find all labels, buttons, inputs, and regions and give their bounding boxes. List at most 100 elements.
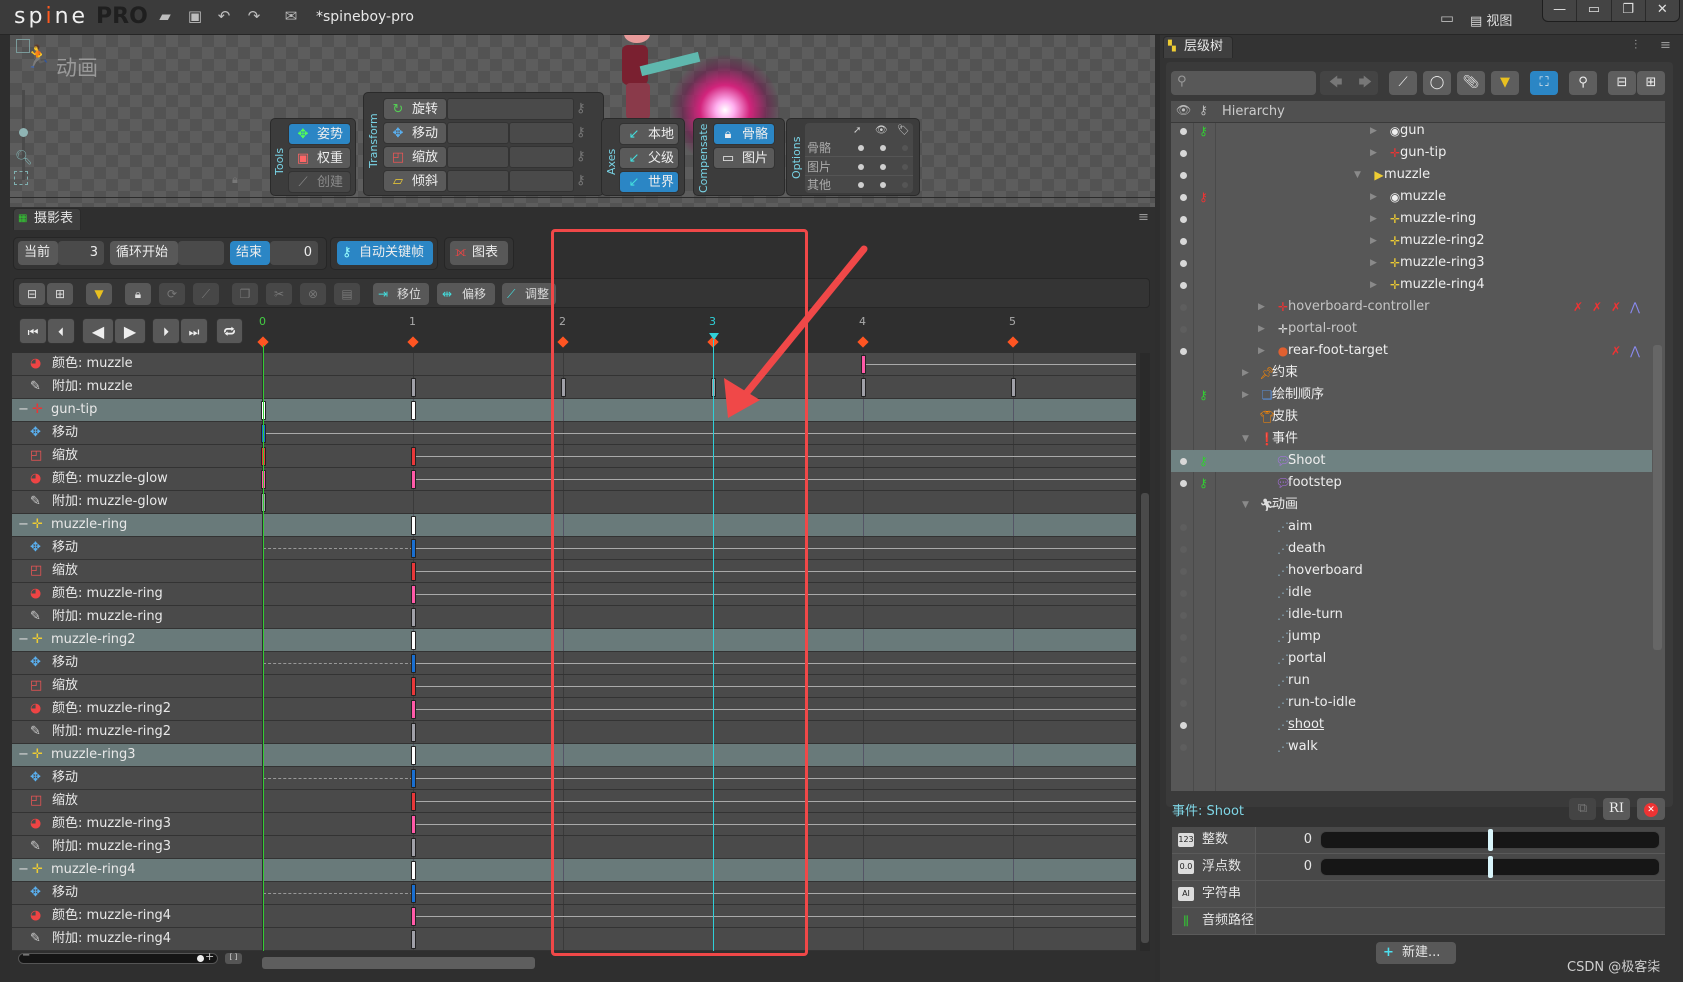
visibility-toggle[interactable] bbox=[1180, 216, 1187, 223]
tree-item[interactable]: ⋰ idle-turn bbox=[1171, 604, 1652, 626]
expand-right-icon[interactable]: ▶ bbox=[1370, 230, 1377, 252]
property-value[interactable]: 0 bbox=[1292, 832, 1312, 847]
expand-tree-button[interactable]: ⊞ bbox=[1637, 71, 1665, 95]
visibility-toggle[interactable] bbox=[1180, 172, 1187, 179]
visibility-toggle[interactable] bbox=[1180, 348, 1187, 355]
expand-right-icon[interactable]: ▶ bbox=[1370, 208, 1377, 230]
tree-item[interactable]: 👕︎ 皮肤 bbox=[1171, 406, 1652, 428]
visibility-toggle[interactable] bbox=[1180, 128, 1187, 135]
expand-right-icon[interactable]: ▶ bbox=[1370, 142, 1377, 164]
tree-item[interactable]: ▶ 📌︎ 约束 bbox=[1171, 362, 1652, 384]
tree-item[interactable]: ⋰ walk bbox=[1171, 736, 1652, 758]
ik-constraint-icon[interactable]: ⋀ bbox=[1630, 340, 1640, 362]
key-icon[interactable]: ⚷ bbox=[1199, 186, 1208, 208]
visibility-toggle[interactable] bbox=[1180, 150, 1187, 157]
tab-hierarchy[interactable]: ▚ 层级树 bbox=[1163, 36, 1233, 58]
hierarchy-search-input[interactable]: ⚲ bbox=[1171, 71, 1316, 95]
event-property-row[interactable]: 123 整数 0 bbox=[1172, 827, 1665, 854]
visibility-toggle[interactable] bbox=[1180, 524, 1187, 531]
event-property-row[interactable]: AI 字符串 bbox=[1172, 881, 1665, 908]
visibility-toggle[interactable] bbox=[1180, 238, 1187, 245]
tree-item[interactable]: ▶ ✛ hoverboard-controller ✗ ✗ ✗ ⋀ bbox=[1171, 296, 1652, 318]
expand-right-icon[interactable]: ▶ bbox=[1370, 274, 1377, 296]
tree-item[interactable]: ⋰ portal bbox=[1171, 648, 1652, 670]
visibility-toggle[interactable] bbox=[1180, 326, 1187, 333]
expand-right-icon[interactable]: ▶ bbox=[1242, 362, 1249, 384]
slider-handle[interactable] bbox=[1488, 829, 1493, 851]
expand-right-icon[interactable]: ▶ bbox=[1370, 252, 1377, 274]
visibility-toggle[interactable] bbox=[1180, 458, 1187, 465]
tree-item[interactable]: ⋰ jump bbox=[1171, 626, 1652, 648]
visibility-toggle[interactable] bbox=[1180, 282, 1187, 289]
playhead-handle[interactable] bbox=[709, 333, 719, 340]
tree-item[interactable]: ▼ ▶ muzzle bbox=[1171, 164, 1652, 186]
settings-sliders-icon[interactable]: ⫶ bbox=[1634, 38, 1637, 53]
transform-constraint-icon[interactable]: ✗ bbox=[1611, 296, 1621, 318]
attachments-filter-button[interactable]: 📎︎ bbox=[1457, 71, 1485, 95]
forward-button[interactable]: 🡆 bbox=[1342, 75, 1371, 90]
expand-down-icon[interactable]: ▼ bbox=[1242, 494, 1249, 516]
tree-item[interactable]: ⚷ ▶ ◉ gun bbox=[1171, 120, 1652, 142]
find-replace-button[interactable]: ⚲ bbox=[1569, 71, 1597, 95]
tree-item[interactable]: ⋰ run bbox=[1171, 670, 1652, 692]
slider-handle[interactable] bbox=[1488, 856, 1493, 878]
key-icon[interactable]: ⚷ bbox=[1199, 450, 1208, 472]
tree-item[interactable]: ⚷ ▶ ❏ 绘制顺序 bbox=[1171, 384, 1652, 406]
tree-item[interactable]: ▶ ✛ portal-root bbox=[1171, 318, 1652, 340]
visibility-toggle[interactable] bbox=[1180, 260, 1187, 267]
collapse-tree-button[interactable]: ⊟ bbox=[1608, 71, 1636, 95]
filter-button[interactable]: ▼ bbox=[1491, 71, 1519, 95]
slots-filter-button[interactable]: ◯ bbox=[1423, 71, 1451, 95]
tree-item[interactable]: ▶ ✛ gun-tip bbox=[1171, 142, 1652, 164]
tree-item[interactable]: ⋰ death bbox=[1171, 538, 1652, 560]
visibility-toggle[interactable] bbox=[1180, 612, 1187, 619]
visibility-toggle[interactable] bbox=[1180, 634, 1187, 641]
key-icon[interactable]: ⚷ bbox=[1199, 384, 1208, 406]
copy-props-button[interactable]: ⧉ bbox=[1569, 798, 1596, 820]
expand-right-icon[interactable]: ▶ bbox=[1370, 186, 1377, 208]
visibility-toggle[interactable] bbox=[1180, 700, 1187, 707]
expand-right-icon[interactable]: ▶ bbox=[1258, 318, 1265, 340]
visibility-toggle[interactable] bbox=[1180, 546, 1187, 553]
tree-item[interactable]: ▶ ● rear-foot-target ✗ ⋀ bbox=[1171, 340, 1652, 362]
new-button[interactable]: + 新建... bbox=[1376, 942, 1456, 964]
property-slider[interactable] bbox=[1320, 829, 1660, 851]
tree-scrollbar[interactable] bbox=[1653, 345, 1662, 650]
tree-item[interactable]: ▶ ✛ muzzle-ring4 bbox=[1171, 274, 1652, 296]
visibility-toggle[interactable] bbox=[1180, 656, 1187, 663]
expand-right-icon[interactable]: ▶ bbox=[1258, 296, 1265, 318]
tree-item[interactable]: ▶ ✛ muzzle-ring bbox=[1171, 208, 1652, 230]
tree-item[interactable]: ⋰ hoverboard bbox=[1171, 560, 1652, 582]
property-value[interactable]: 0 bbox=[1292, 859, 1312, 874]
tree-item[interactable]: ⚷ 💬︎ Shoot bbox=[1171, 450, 1652, 472]
focus-selection-button[interactable]: ⛶ bbox=[1530, 71, 1558, 95]
visibility-toggle[interactable] bbox=[1180, 304, 1187, 311]
expand-right-icon[interactable]: ▶ bbox=[1370, 120, 1377, 142]
visibility-toggle[interactable] bbox=[1180, 568, 1187, 575]
expand-down-icon[interactable]: ▼ bbox=[1354, 164, 1361, 186]
panel-menu-icon[interactable]: ≡ bbox=[1660, 38, 1671, 53]
visibility-toggle[interactable] bbox=[1180, 678, 1187, 685]
expand-right-icon[interactable]: ▶ bbox=[1258, 340, 1265, 362]
back-button[interactable]: 🡄 bbox=[1320, 75, 1342, 90]
tree-item[interactable]: ▼ 🏃︎ 动画 bbox=[1171, 494, 1652, 516]
event-property-row[interactable]: ⫼ 音频路径 bbox=[1172, 908, 1665, 935]
tree-item[interactable]: ▼ ❗ 事件 bbox=[1171, 428, 1652, 450]
delete-event-button[interactable]: ✕ bbox=[1637, 798, 1665, 820]
expand-right-icon[interactable]: ▶ bbox=[1242, 384, 1249, 406]
key-icon[interactable]: ⚷ bbox=[1199, 472, 1208, 494]
tree-item[interactable]: ▶ ✛ muzzle-ring2 bbox=[1171, 230, 1652, 252]
tree-item[interactable]: ▶ ✛ muzzle-ring3 bbox=[1171, 252, 1652, 274]
transform-constraint-icon[interactable]: ✗ bbox=[1611, 340, 1621, 362]
tree-item[interactable]: ⋰ run-to-idle bbox=[1171, 692, 1652, 714]
bones-filter-button[interactable]: ⟋ bbox=[1389, 71, 1417, 95]
tree-item[interactable]: ⋰ idle bbox=[1171, 582, 1652, 604]
key-icon[interactable]: ⚷ bbox=[1199, 120, 1208, 142]
tree-item[interactable]: ⚷ ▶ ◉ muzzle bbox=[1171, 186, 1652, 208]
visibility-toggle[interactable] bbox=[1180, 590, 1187, 597]
event-property-row[interactable]: 0.0 浮点数 0 bbox=[1172, 854, 1665, 881]
playhead-line[interactable] bbox=[713, 340, 714, 951]
visibility-toggle[interactable] bbox=[1180, 480, 1187, 487]
property-slider[interactable] bbox=[1320, 856, 1660, 878]
visibility-toggle[interactable] bbox=[1180, 722, 1187, 729]
